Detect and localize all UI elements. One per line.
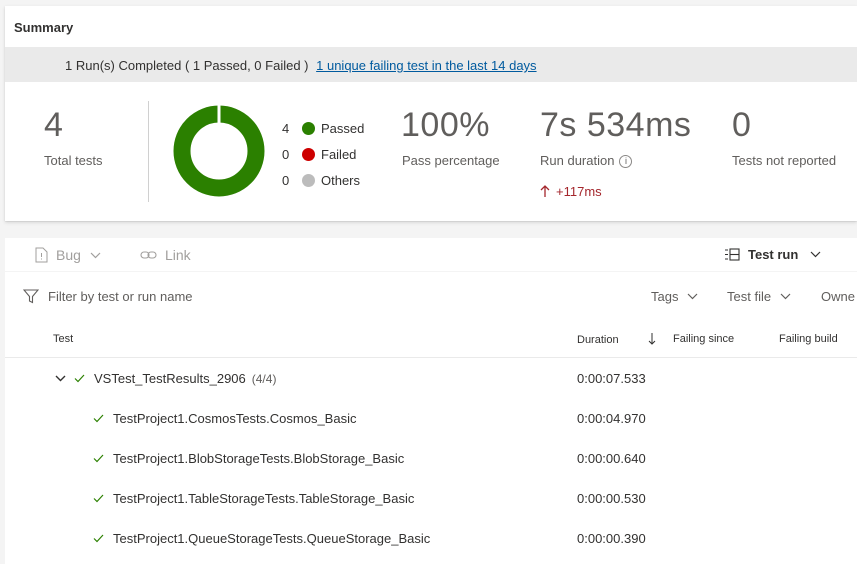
legend-others-count: 0 [282, 173, 290, 188]
test-file-label: Test file [727, 289, 772, 304]
run-duration-label: Run duration [540, 153, 615, 168]
check-icon [93, 494, 104, 503]
test-file-filter-dropdown[interactable]: Test file [727, 289, 791, 304]
group-by-icon [725, 248, 740, 261]
column-header-failing-since[interactable]: Failing since [673, 333, 734, 345]
table-row[interactable]: TestProject1.BlobStorageTests.BlobStorag… [5, 439, 857, 479]
filter-placeholder: Filter by test or run name [48, 289, 193, 304]
run-status-text: 1 Run(s) Completed ( 1 Passed, 0 Failed … [65, 58, 309, 73]
run-duration-delta: +117ms [540, 184, 602, 199]
chevron-down-icon [90, 252, 101, 258]
results-toolbar: Bug Link Test run [5, 238, 857, 271]
failing-tests-link[interactable]: 1 unique failing test in the last 14 day… [316, 58, 536, 73]
owner-label: Owne [821, 289, 855, 304]
passed-dot-icon [302, 122, 315, 135]
tags-label: Tags [651, 289, 679, 304]
run-duration-delta-text: +117ms [556, 184, 602, 199]
not-reported-label: Tests not reported [732, 153, 837, 168]
column-header-failing-build[interactable]: Failing build [779, 333, 838, 345]
legend-passed-label: Passed [321, 121, 365, 136]
others-dot-icon [302, 174, 315, 187]
owner-filter-dropdown[interactable]: Owne [821, 289, 855, 304]
test-name: TestProject1.QueueStorageTests.QueueStor… [113, 531, 431, 546]
test-name: TestProject1.BlobStorageTests.BlobStorag… [113, 451, 405, 466]
test-name-cell: TestProject1.CosmosTests.Cosmos_Basic [93, 411, 356, 426]
tags-filter-dropdown[interactable]: Tags [651, 289, 698, 304]
bug-icon [35, 247, 48, 263]
run-duration-label-group: Run duration i [540, 153, 633, 169]
table-row[interactable]: TestProject1.CosmosTests.Cosmos_Basic 0:… [5, 399, 857, 439]
duration-header-label: Duration [577, 334, 619, 346]
divider [148, 101, 149, 202]
run-duration-value: 7s 534ms [540, 106, 692, 144]
check-icon [93, 454, 104, 463]
column-header-duration[interactable]: Duration [577, 333, 656, 346]
group-count: (4/4) [251, 371, 277, 386]
filter-icon [23, 289, 39, 304]
filter-bar: Filter by test or run name Tags Test fil… [5, 272, 857, 322]
chevron-down-icon[interactable] [55, 375, 66, 382]
test-duration: 0:00:00.530 [577, 491, 646, 506]
bug-label: Bug [56, 247, 81, 263]
link-button[interactable]: Link [140, 247, 191, 263]
check-icon [74, 374, 85, 383]
chevron-down-icon [780, 293, 791, 300]
table-row[interactable]: TestProject1.TableStorageTests.TableStor… [5, 479, 857, 519]
results-donut-chart [173, 105, 265, 197]
legend-others-label: Others [321, 173, 361, 188]
test-results-grid: Test Duration Failing since Failing buil… [5, 322, 857, 564]
group-duration: 0:00:07.533 [577, 371, 646, 386]
group-by-test-run-dropdown[interactable]: Test run [724, 247, 829, 262]
test-name-cell: TestProject1.BlobStorageTests.BlobStorag… [93, 451, 404, 466]
test-name-cell: TestProject1.TableStorageTests.TableStor… [93, 491, 414, 506]
link-icon [140, 251, 157, 259]
donut-passed-arc [173, 105, 265, 197]
failed-dot-icon [302, 148, 315, 161]
filter-search-input[interactable]: Filter by test or run name [23, 289, 193, 304]
bug-button[interactable]: Bug [35, 247, 109, 263]
legend-failed-count: 0 [282, 147, 290, 162]
legend-failed-label: Failed [321, 147, 357, 162]
arrow-up-icon [540, 185, 550, 197]
check-icon [93, 534, 104, 543]
test-name: TestProject1.TableStorageTests.TableStor… [113, 491, 415, 506]
chevron-down-icon [688, 293, 698, 300]
total-tests-value: 4 [44, 106, 64, 144]
pass-percentage-label: Pass percentage [402, 153, 500, 168]
summary-title: Summary [14, 20, 74, 35]
donut-gap [217, 105, 221, 125]
legend-failed: 0 Failed [282, 147, 356, 162]
test-duration: 0:00:00.640 [577, 451, 646, 466]
group-name-cell: VSTest_TestResults_2906 (4/4) [55, 371, 276, 386]
group-name: VSTest_TestResults_2906 [94, 371, 246, 386]
status-bar: 1 Run(s) Completed ( 1 Passed, 0 Failed … [5, 47, 857, 82]
chevron-down-icon [810, 251, 821, 258]
run-status: 1 Run(s) Completed ( 1 Passed, 0 Failed … [65, 58, 537, 73]
legend-passed-count: 4 [282, 121, 290, 136]
test-name-cell: TestProject1.QueueStorageTests.QueueStor… [93, 531, 430, 546]
link-label: Link [165, 247, 191, 263]
not-reported-value: 0 [732, 106, 752, 144]
check-icon [93, 414, 104, 423]
summary-card: Summary 1 Run(s) Completed ( 1 Passed, 0… [5, 6, 857, 221]
test-duration: 0:00:04.970 [577, 411, 646, 426]
legend-others: 0 Others [282, 173, 360, 188]
sort-descending-icon [648, 333, 655, 345]
test-run-group-row[interactable]: VSTest_TestResults_2906 (4/4) 0:00:07.53… [5, 359, 857, 399]
test-duration: 0:00:00.390 [577, 531, 646, 546]
table-row[interactable]: TestProject1.QueueStorageTests.QueueStor… [5, 519, 857, 559]
pass-percentage-value: 100% [401, 106, 490, 144]
total-tests-label: Total tests [44, 153, 103, 168]
legend-passed: 4 Passed [282, 121, 364, 136]
grid-header: Test Duration Failing since Failing buil… [5, 322, 857, 358]
test-name: TestProject1.CosmosTests.Cosmos_Basic [113, 411, 357, 426]
test-run-label: Test run [748, 247, 799, 262]
info-icon[interactable]: i [619, 155, 633, 169]
column-header-test[interactable]: Test [53, 333, 73, 345]
